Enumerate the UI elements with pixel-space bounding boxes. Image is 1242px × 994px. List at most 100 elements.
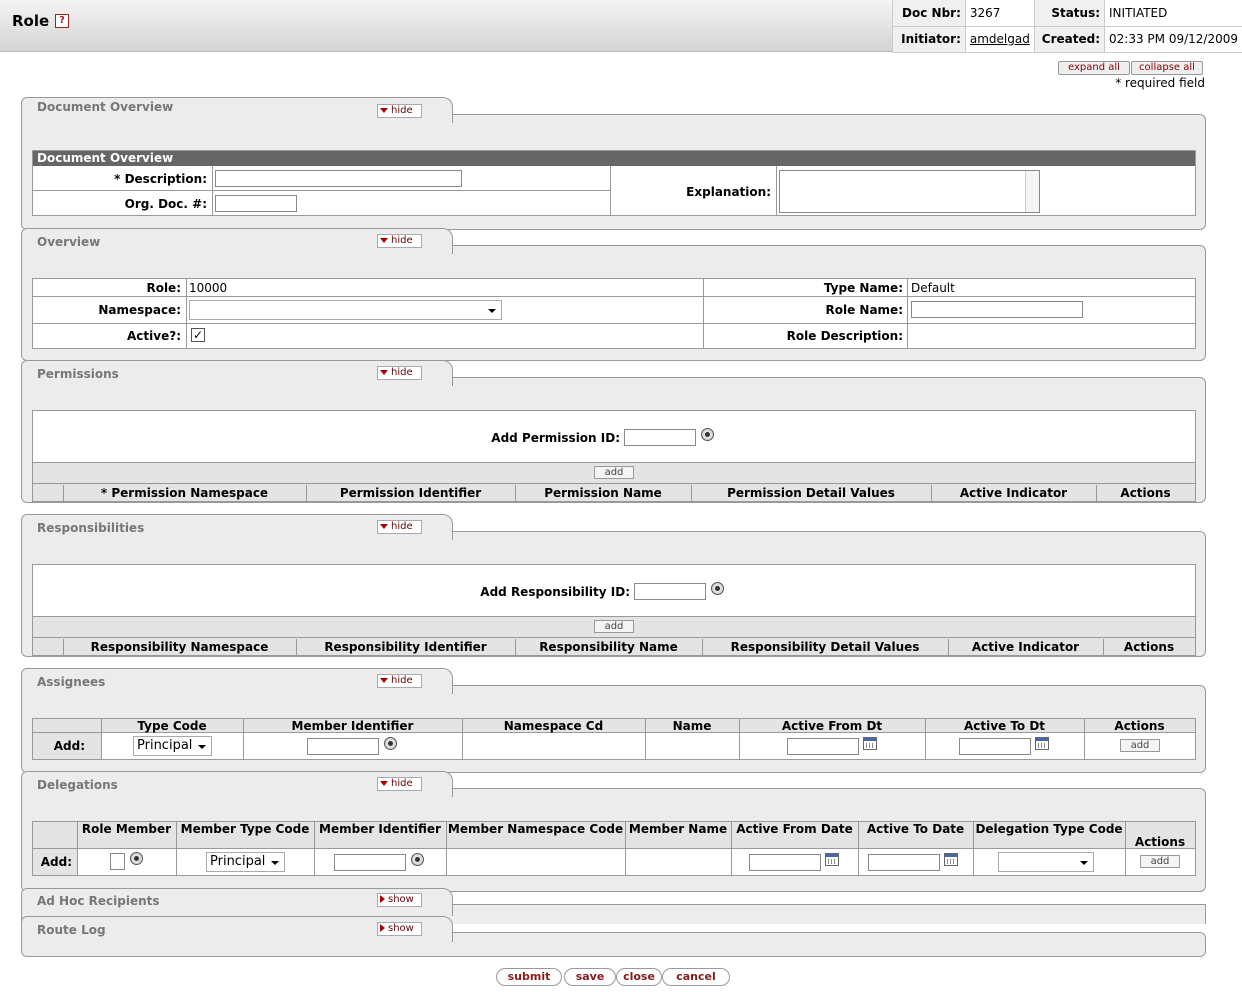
delegations-hide-button[interactable]: hide bbox=[377, 777, 422, 791]
calendar-icon[interactable] bbox=[825, 853, 839, 866]
created-value: 02:33 PM 09/12/2009 bbox=[1104, 26, 1242, 53]
triangle-down-icon bbox=[380, 523, 388, 529]
show-label: show bbox=[388, 923, 414, 934]
chevron-down-icon bbox=[271, 861, 279, 865]
org-doc-input[interactable] bbox=[215, 195, 297, 212]
overview-tab-title: Overview bbox=[37, 235, 101, 249]
delegation-active-to-input[interactable] bbox=[868, 854, 940, 871]
search-lookup-icon[interactable] bbox=[384, 737, 397, 750]
search-lookup-icon[interactable] bbox=[701, 428, 714, 441]
responsibilities-add-button[interactable]: add bbox=[594, 620, 634, 633]
type-code-value: Principal bbox=[137, 738, 193, 753]
namespace-label: Namespace: bbox=[98, 303, 181, 317]
chevron-down-icon bbox=[198, 745, 206, 749]
responsibilities-hide-button[interactable]: hide bbox=[377, 520, 422, 534]
role-value: 10000 bbox=[189, 281, 228, 295]
close-button[interactable]: close bbox=[616, 968, 662, 986]
calendar-icon[interactable] bbox=[1035, 737, 1049, 750]
permissions-add-button[interactable]: add bbox=[594, 466, 634, 479]
help-icon[interactable]: ? bbox=[55, 14, 69, 28]
triangle-down-icon bbox=[380, 677, 388, 683]
search-lookup-icon[interactable] bbox=[130, 852, 143, 865]
column-header: Actions bbox=[1114, 719, 1165, 733]
document-overview-tab-title: Document Overview bbox=[37, 100, 174, 114]
assignee-type-code-select[interactable]: Principal bbox=[133, 736, 212, 756]
delegation-member-type-select[interactable]: Principal bbox=[206, 852, 285, 872]
add-permission-input[interactable] bbox=[624, 429, 696, 446]
description-label: * Description: bbox=[114, 172, 207, 186]
description-input[interactable] bbox=[215, 170, 462, 187]
delegations-add-button[interactable]: add bbox=[1140, 855, 1180, 868]
role-name-input[interactable] bbox=[911, 301, 1083, 318]
add-responsibility-input[interactable] bbox=[634, 583, 706, 600]
delegation-active-from-input[interactable] bbox=[749, 854, 821, 871]
column-header: Active To Date bbox=[866, 822, 965, 836]
permissions-hide-button[interactable]: hide bbox=[377, 366, 422, 380]
add-permission-label: Add Permission ID: bbox=[491, 431, 620, 445]
document-header: Role ? Doc Nbr: 3267 Status: INITIATED I… bbox=[0, 0, 1242, 53]
assignees-add-label: Add: bbox=[53, 739, 85, 753]
assignee-active-to-input[interactable] bbox=[959, 738, 1031, 755]
column-header: Member Identifier bbox=[291, 719, 414, 733]
column-header: Permission Detail Values bbox=[727, 486, 895, 500]
divider bbox=[186, 279, 187, 348]
adhoc-show-button[interactable]: show bbox=[377, 893, 422, 907]
namespace-select[interactable] bbox=[189, 300, 502, 320]
created-label: Created: bbox=[1033, 26, 1105, 53]
type-name-label: Type Name: bbox=[823, 281, 903, 295]
expand-all-button[interactable]: expand all bbox=[1058, 61, 1130, 75]
responsibilities-tab-title: Responsibilities bbox=[37, 521, 145, 535]
search-lookup-icon[interactable] bbox=[411, 853, 424, 866]
column-header: Type Code bbox=[137, 719, 207, 733]
role-description-label: Role Description: bbox=[786, 329, 903, 343]
assignee-member-identifier-input[interactable] bbox=[307, 738, 379, 755]
column-header: Delegation Type Code bbox=[975, 822, 1123, 836]
explanation-textarea[interactable] bbox=[779, 170, 1040, 213]
collapse-all-button[interactable]: collapse all bbox=[1131, 61, 1203, 75]
triangle-down-icon bbox=[380, 107, 388, 113]
initiator-label: Initiator: bbox=[892, 26, 966, 53]
submit-button[interactable]: submit bbox=[496, 968, 562, 986]
chevron-down-icon bbox=[488, 309, 496, 313]
hide-label: hide bbox=[391, 778, 413, 789]
explanation-label: Explanation: bbox=[686, 185, 771, 199]
initiator-link[interactable]: amdelgad bbox=[970, 32, 1030, 46]
save-button[interactable]: save bbox=[564, 968, 616, 986]
hide-label: hide bbox=[391, 105, 413, 116]
assignees-add-button[interactable]: add bbox=[1120, 739, 1160, 752]
permissions-tab-title: Permissions bbox=[37, 367, 119, 381]
required-field-note: * required field bbox=[1115, 76, 1205, 90]
delegation-type-code-select[interactable] bbox=[998, 852, 1094, 872]
column-header: Member Type Code bbox=[180, 822, 310, 836]
cancel-button[interactable]: cancel bbox=[662, 968, 730, 986]
search-lookup-icon[interactable] bbox=[711, 582, 724, 595]
calendar-icon[interactable] bbox=[863, 737, 877, 750]
doc-nbr-label: Doc Nbr: bbox=[892, 0, 966, 27]
header-info-table: Doc Nbr: 3267 Status: INITIATED Initiato… bbox=[892, 0, 1242, 53]
calendar-icon[interactable] bbox=[944, 853, 958, 866]
column-header: Responsibility Identifier bbox=[324, 640, 487, 654]
triangle-down-icon bbox=[380, 369, 388, 375]
column-header: Active Indicator bbox=[959, 486, 1068, 500]
active-checkbox[interactable]: ✓ bbox=[191, 328, 205, 342]
route-log-show-button[interactable]: show bbox=[377, 922, 422, 936]
assignees-hide-button[interactable]: hide bbox=[377, 674, 422, 688]
delegation-member-identifier-input[interactable] bbox=[334, 854, 406, 871]
column-header: Active From Dt bbox=[781, 719, 883, 733]
column-header: Responsibility Name bbox=[539, 640, 678, 654]
scrollbar[interactable] bbox=[1025, 171, 1039, 212]
assignee-active-from-input[interactable] bbox=[787, 738, 859, 755]
role-label: Role: bbox=[146, 281, 181, 295]
divider bbox=[33, 323, 1195, 324]
delegation-role-member-input[interactable] bbox=[110, 853, 125, 870]
divider bbox=[33, 190, 611, 191]
adhoc-tab-title: Ad Hoc Recipients bbox=[37, 894, 160, 908]
overview-hide-button[interactable]: hide bbox=[377, 234, 422, 248]
hide-label: hide bbox=[391, 675, 413, 686]
document-overview-hide-button[interactable]: hide bbox=[377, 104, 422, 118]
type-name-value: Default bbox=[911, 281, 955, 295]
column-header: Actions bbox=[1120, 486, 1171, 500]
divider bbox=[212, 166, 213, 216]
column-header: Responsibility Namespace bbox=[90, 640, 269, 654]
role-name-label: Role Name: bbox=[825, 303, 904, 317]
